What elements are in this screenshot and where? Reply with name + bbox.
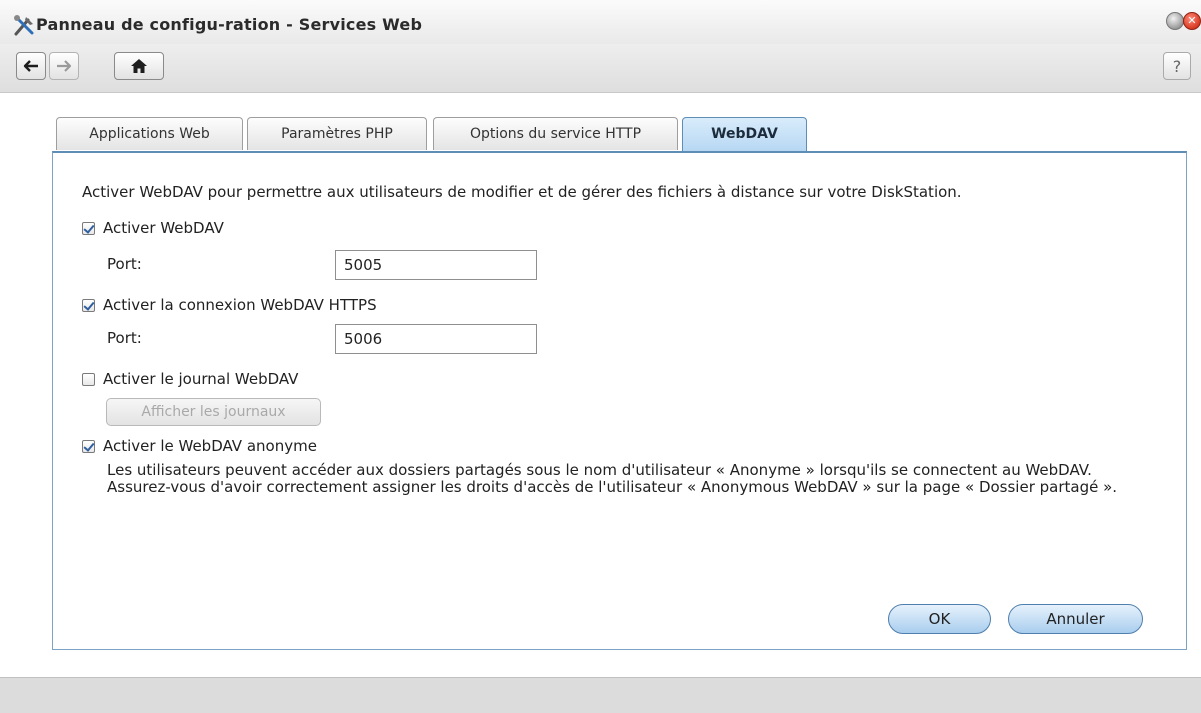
window-title: Panneau de configu-ration - Services Web	[36, 15, 423, 34]
https-port-label: Port:	[107, 329, 142, 347]
close-button[interactable]: ✕	[1183, 12, 1201, 30]
tab-web-applications[interactable]: Applications Web	[56, 117, 243, 150]
anonymous-description: Les utilisateurs peuvent accéder aux dos…	[107, 461, 1118, 496]
arrow-right-icon	[57, 60, 72, 72]
back-button[interactable]	[16, 52, 46, 80]
https-port-input[interactable]	[335, 324, 537, 354]
enable-https-checkbox[interactable]	[82, 298, 95, 312]
minimize-button[interactable]	[1166, 12, 1184, 30]
enable-webdav-checkbox[interactable]	[82, 221, 95, 235]
enable-anonymous-row[interactable]: Activer le WebDAV anonyme	[82, 437, 317, 455]
tab-webdav[interactable]: WebDAV	[682, 117, 807, 152]
toolbar: ?	[0, 44, 1201, 93]
enable-anonymous-checkbox[interactable]	[82, 439, 95, 453]
enable-https-row[interactable]: Activer la connexion WebDAV HTTPS	[82, 296, 377, 314]
help-button[interactable]: ?	[1163, 52, 1191, 80]
cancel-button[interactable]: Annuler	[1008, 604, 1143, 634]
title-bar: Panneau de configu-ration - Services Web…	[0, 0, 1201, 44]
enable-log-label: Activer le journal WebDAV	[103, 370, 299, 388]
view-logs-button[interactable]: Afficher les journaux	[106, 398, 321, 426]
webdav-description: Activer WebDAV pour permettre aux utilis…	[82, 183, 962, 201]
enable-log-checkbox[interactable]	[82, 372, 95, 386]
tab-http-service-options[interactable]: Options du service HTTP	[433, 117, 678, 150]
control-panel-window: Panneau de configu-ration - Services Web…	[0, 0, 1201, 713]
tools-icon	[12, 14, 34, 36]
enable-anonymous-label: Activer le WebDAV anonyme	[103, 437, 317, 455]
ok-button[interactable]: OK	[888, 604, 991, 634]
home-button[interactable]	[114, 52, 164, 80]
forward-button[interactable]	[49, 52, 79, 80]
tab-php-settings[interactable]: Paramètres PHP	[247, 117, 427, 150]
enable-log-row[interactable]: Activer le journal WebDAV	[82, 370, 298, 388]
arrow-left-icon	[23, 60, 38, 72]
enable-https-label: Activer la connexion WebDAV HTTPS	[103, 296, 377, 314]
http-port-input[interactable]	[335, 250, 537, 280]
close-icon: ✕	[1187, 14, 1197, 27]
status-bar	[0, 677, 1201, 713]
enable-webdav-label: Activer WebDAV	[103, 219, 224, 237]
http-port-label: Port:	[107, 255, 142, 273]
home-icon	[131, 59, 147, 73]
enable-webdav-row[interactable]: Activer WebDAV	[82, 219, 224, 237]
